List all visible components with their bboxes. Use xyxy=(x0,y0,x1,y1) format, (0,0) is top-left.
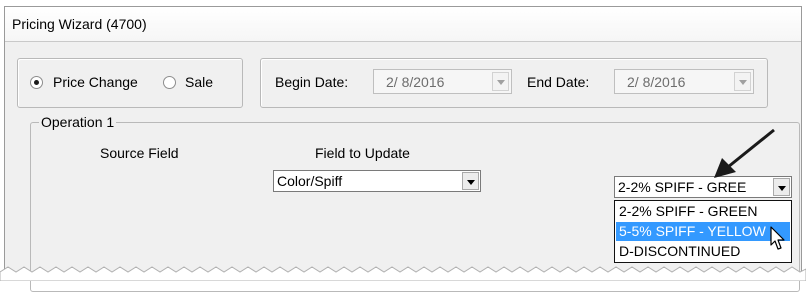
dropdown-option[interactable]: 2-2% SPIFF - GREEN xyxy=(616,202,790,221)
begin-date-field[interactable]: 2/ 8/2016 xyxy=(373,69,512,94)
torn-edge xyxy=(0,266,806,281)
title-bar: Pricing Wizard (4700) xyxy=(5,7,801,42)
price-change-radio[interactable] xyxy=(30,76,43,89)
sale-radio[interactable] xyxy=(163,76,176,89)
field-to-update-value: Color/Spiff xyxy=(277,173,343,189)
radio-selected-dot xyxy=(34,80,39,85)
field-to-update-label: Field to Update xyxy=(315,145,410,161)
chevron-down-icon xyxy=(778,186,786,191)
begin-date-label: Begin Date: xyxy=(275,74,349,90)
begin-date-dropdown-button[interactable] xyxy=(492,72,509,91)
end-date-value: 2/ 8/2016 xyxy=(627,74,686,90)
price-change-label[interactable]: Price Change xyxy=(53,74,138,90)
dropdown-option-highlighted[interactable]: 5-5% SPIFF - YELLOW xyxy=(616,222,790,241)
source-field-label: Source Field xyxy=(100,145,179,161)
chevron-down-icon xyxy=(739,80,747,85)
annotation-arrow-icon xyxy=(714,128,775,178)
value-dropdown-list[interactable]: 2-2% SPIFF - GREEN 5-5% SPIFF - YELLOW D… xyxy=(614,200,792,263)
field-to-update-select[interactable]: Color/Spiff xyxy=(273,170,481,192)
mouse-cursor-icon xyxy=(770,226,785,250)
end-date-label: End Date: xyxy=(527,74,590,90)
field-to-update-dropdown-button[interactable] xyxy=(462,172,479,190)
end-date-dropdown-button[interactable] xyxy=(734,72,751,91)
end-date-field[interactable]: 2/ 8/2016 xyxy=(614,69,754,94)
operation-title: Operation 1 xyxy=(39,114,117,130)
chevron-down-icon xyxy=(467,180,475,185)
chevron-down-icon xyxy=(497,80,505,85)
begin-date-value: 2/ 8/2016 xyxy=(386,74,445,90)
dropdown-option[interactable]: D-DISCONTINUED xyxy=(616,242,790,261)
sale-label[interactable]: Sale xyxy=(185,74,213,90)
window-title: Pricing Wizard (4700) xyxy=(12,16,147,32)
